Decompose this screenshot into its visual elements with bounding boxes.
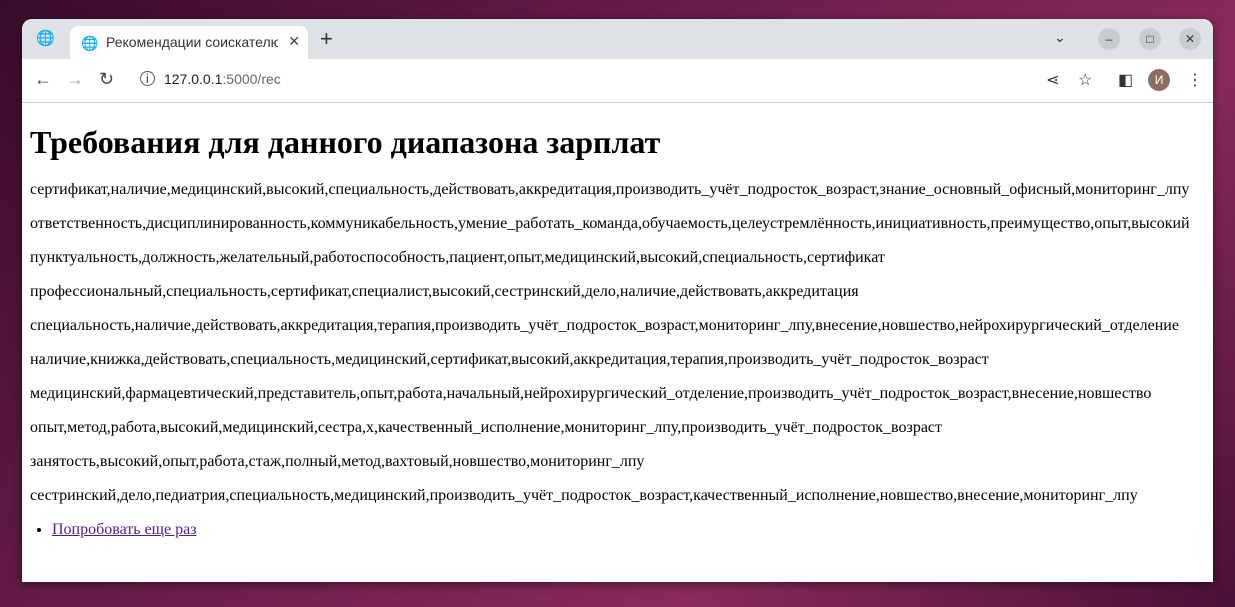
tab-bar: 🌐 🌐 Рекомендации соискателю ✕ + ⌄ – □ ✕ xyxy=(22,19,1213,59)
globe-icon[interactable]: 🌐 xyxy=(36,30,55,48)
page-title: Требования для данного диапазона зарплат xyxy=(30,124,661,160)
chevron-down-icon[interactable]: ⌄ xyxy=(1054,29,1066,46)
requirements-line: сертификат,наличие,медицинский,высокий,с… xyxy=(30,181,1190,198)
minimize-button[interactable]: – xyxy=(1098,28,1120,50)
menu-icon[interactable]: ⋮ xyxy=(1187,70,1203,90)
side-panel-icon[interactable]: ◧ xyxy=(1118,70,1133,90)
tab-title: Рекомендации соискателю xyxy=(106,34,278,50)
avatar[interactable]: И xyxy=(1148,69,1170,91)
links-list: Попробовать еще раз xyxy=(30,521,1205,539)
info-icon[interactable]: i xyxy=(140,71,155,86)
maximize-button[interactable]: □ xyxy=(1139,28,1161,50)
url-text: 127.0.0.1:5000/rec xyxy=(164,71,281,87)
close-window-button[interactable]: ✕ xyxy=(1179,28,1201,50)
reload-icon[interactable]: ↻ xyxy=(99,69,114,90)
retry-link[interactable]: Попробовать еще раз xyxy=(52,521,197,538)
requirements-line: занятость,высокий,опыт,работа,стаж,полны… xyxy=(30,453,645,470)
tab-active[interactable]: 🌐 Рекомендации соискателю ✕ xyxy=(70,26,308,59)
requirements-line: сестринский,дело,педиатрия,специальность… xyxy=(30,487,1138,504)
requirements-line: наличие,книжка,действовать,специальность… xyxy=(30,351,989,368)
requirements-line: пунктуальность,должность,желательный,раб… xyxy=(30,249,885,266)
requirements-line: медицинский,фармацевтический,представите… xyxy=(30,385,1152,402)
requirements-line: профессиональный,специальность,сертифика… xyxy=(30,283,859,300)
globe-icon: 🌐 xyxy=(81,35,99,51)
forward-icon[interactable]: → xyxy=(66,69,84,90)
share-icon[interactable]: ⋖ xyxy=(1046,70,1059,90)
browser-window: 🌐 🌐 Рекомендации соискателю ✕ + ⌄ – □ ✕ … xyxy=(22,19,1213,582)
page-content: Требования для данного диапазона зарплат… xyxy=(22,124,1213,539)
address-bar[interactable]: i 127.0.0.1:5000/rec xyxy=(130,64,1102,96)
back-icon[interactable]: ← xyxy=(34,69,52,90)
new-tab-button[interactable]: + xyxy=(320,26,333,52)
requirements-line: специальность,наличие,действовать,аккред… xyxy=(30,317,1179,334)
url-host: 127.0.0.1 xyxy=(164,71,223,87)
list-item: Попробовать еще раз xyxy=(52,521,1205,539)
star-icon[interactable]: ☆ xyxy=(1078,70,1092,90)
url-path: :5000/rec xyxy=(222,71,281,87)
toolbar: ← → ↻ i 127.0.0.1:5000/rec ⋖ ☆ ◧ И ⋮ xyxy=(22,59,1213,103)
requirements-line: опыт,метод,работа,высокий,медицинский,се… xyxy=(30,419,943,436)
close-icon[interactable]: ✕ xyxy=(288,33,300,50)
requirements-line: ответственность,дисциплинированность,ком… xyxy=(30,215,1190,232)
